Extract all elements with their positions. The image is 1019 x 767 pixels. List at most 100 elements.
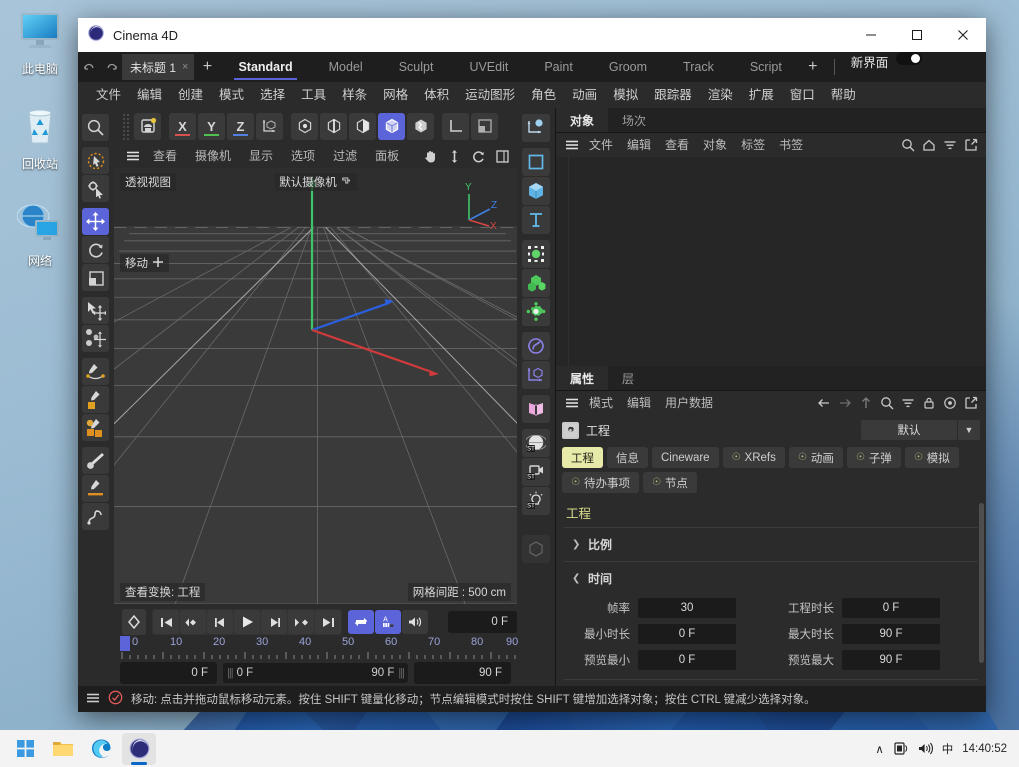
popout-icon[interactable] [961,393,981,413]
timeline-playhead[interactable] [120,636,130,651]
am-menu-userdata[interactable]: 用户数据 [658,391,720,415]
layout-tab-script[interactable]: Script [732,52,800,82]
add-layout-button[interactable]: + [800,52,826,82]
attribute-scrollbar[interactable] [979,503,984,663]
menu-character[interactable]: 角色 [523,82,564,108]
rotate-tool-button[interactable] [82,236,109,263]
spline-pen-tool-button[interactable] [82,358,109,385]
tab-objects[interactable]: 对象 [556,108,609,132]
menu-select[interactable]: 选择 [252,82,293,108]
preview-min-input[interactable]: 0 F [638,650,736,670]
timeline-ruler[interactable]: 0 10 20 30 40 50 60 70 80 90 [120,636,518,662]
menu-mesh[interactable]: 网格 [375,82,416,108]
tab-layers[interactable]: 层 [608,366,648,390]
redo-button[interactable] [100,52,122,82]
menu-tools[interactable]: 工具 [293,82,334,108]
start-button[interactable] [8,733,42,765]
hamburger-icon[interactable] [562,393,582,413]
menu-mode[interactable]: 模式 [211,82,252,108]
search-icon[interactable] [898,135,918,155]
attr-tab-simulation[interactable]: ☉ 模拟 [904,447,959,468]
search-icon[interactable] [877,393,897,413]
object-axis-button[interactable] [442,112,469,140]
filter-icon[interactable] [898,393,918,413]
ime-indicator[interactable]: 中 [942,741,954,757]
min-time-input[interactable]: 0 F [638,624,736,644]
primitive-cube-button[interactable] [522,177,550,205]
om-menu-bookmarks[interactable]: 书签 [772,133,810,157]
magnify-tool-button[interactable] [82,114,109,141]
om-menu-edit[interactable]: 编辑 [620,133,658,157]
line-cut-tool-button[interactable] [82,475,109,502]
max-time-input[interactable]: 90 F [842,624,940,644]
back-arrow-icon[interactable] [814,393,834,413]
timeline-range-slider[interactable]: ||| 0 F 90 F ||| [223,663,408,683]
menu-spline[interactable]: 样条 [334,82,375,108]
mograph-effector-button[interactable] [522,298,550,326]
om-menu-objects[interactable]: 对象 [696,133,734,157]
dolly-icon[interactable] [443,145,465,167]
cinema4d-taskbar-button[interactable] [122,732,156,765]
document-tab[interactable]: 未标题 1 × [122,54,195,80]
group-time[interactable]: ❮ 时间 [562,562,980,595]
menu-mograph[interactable]: 运动图形 [457,82,523,108]
forward-arrow-icon[interactable] [835,393,855,413]
layout-tab-paint[interactable]: Paint [526,52,591,82]
autokey-button[interactable]: A [375,610,401,634]
viewport-menu-options[interactable]: 选项 [282,144,324,168]
layout-tab-sculpt[interactable]: Sculpt [381,52,452,82]
maximize-view-icon[interactable] [491,145,513,167]
layout-tab-track[interactable]: Track [665,52,732,82]
toolbar-drag-handle[interactable] [122,112,130,140]
viewport-hamburger-icon[interactable] [122,145,144,167]
hamburger-icon[interactable] [86,691,100,708]
window-titlebar[interactable]: Cinema 4D [78,18,986,52]
workplane-button[interactable] [471,112,498,140]
network-tray-icon[interactable] [893,741,908,756]
menu-create[interactable]: 创建 [170,82,211,108]
attr-tab-info[interactable]: 信息 [607,447,648,468]
tweak-tool-button[interactable] [82,175,109,202]
null-object-button[interactable] [522,114,550,142]
mograph-fracture-button[interactable] [522,269,550,297]
up-arrow-icon[interactable] [856,393,876,413]
menu-volume[interactable]: 体积 [416,82,457,108]
material-preview-button[interactable] [522,535,550,563]
next-key-button[interactable] [288,610,314,634]
menu-help[interactable]: 帮助 [823,82,864,108]
project-length-input[interactable]: 0 F [842,598,940,618]
menu-extensions[interactable]: 扩展 [741,82,782,108]
new-scene-button[interactable] [134,112,161,140]
record-keyframe-button[interactable] [122,609,146,635]
attr-tab-animation[interactable]: ☉ 动画 [788,447,843,468]
paint-brush-tool-button[interactable] [82,447,109,474]
om-menu-file[interactable]: 文件 [582,133,620,157]
edge-button[interactable] [84,733,118,765]
window-minimize-button[interactable] [848,18,894,52]
prev-key-button[interactable] [180,610,206,634]
new-document-button[interactable]: + [194,52,220,82]
attr-tab-xrefs[interactable]: ☉ XRefs [722,447,785,468]
om-menu-tags[interactable]: 标签 [734,133,772,157]
layout-tab-uvedit[interactable]: UVEdit [451,52,526,82]
framerate-input[interactable]: 30 [638,598,736,618]
generator-button[interactable] [522,361,550,389]
go-to-end-button[interactable] [315,610,341,634]
group-execute[interactable]: ❯ 执行 [562,680,980,686]
step-forward-button[interactable] [261,610,287,634]
preset-value[interactable]: 默认 [861,420,957,440]
step-back-button[interactable] [207,610,233,634]
move-gizmo[interactable] [114,168,510,593]
taskbar-clock[interactable]: 14:40:52 [962,743,1007,755]
range-end-field[interactable]: 90 F [414,662,511,684]
hamburger-icon[interactable] [562,135,582,155]
viewport-camera-label[interactable]: 默认摄像机 [274,173,357,191]
multi-object-move-tool-button[interactable] [82,325,109,352]
lock-z-button[interactable]: Z [227,112,254,140]
lock-icon[interactable] [919,393,939,413]
new-ui-toggle[interactable] [896,52,923,65]
light-button[interactable]: ST [522,487,550,515]
camera-button[interactable]: ST [522,458,550,486]
viewport-menu-camera[interactable]: 摄像机 [186,144,240,168]
window-maximize-button[interactable] [894,18,940,52]
